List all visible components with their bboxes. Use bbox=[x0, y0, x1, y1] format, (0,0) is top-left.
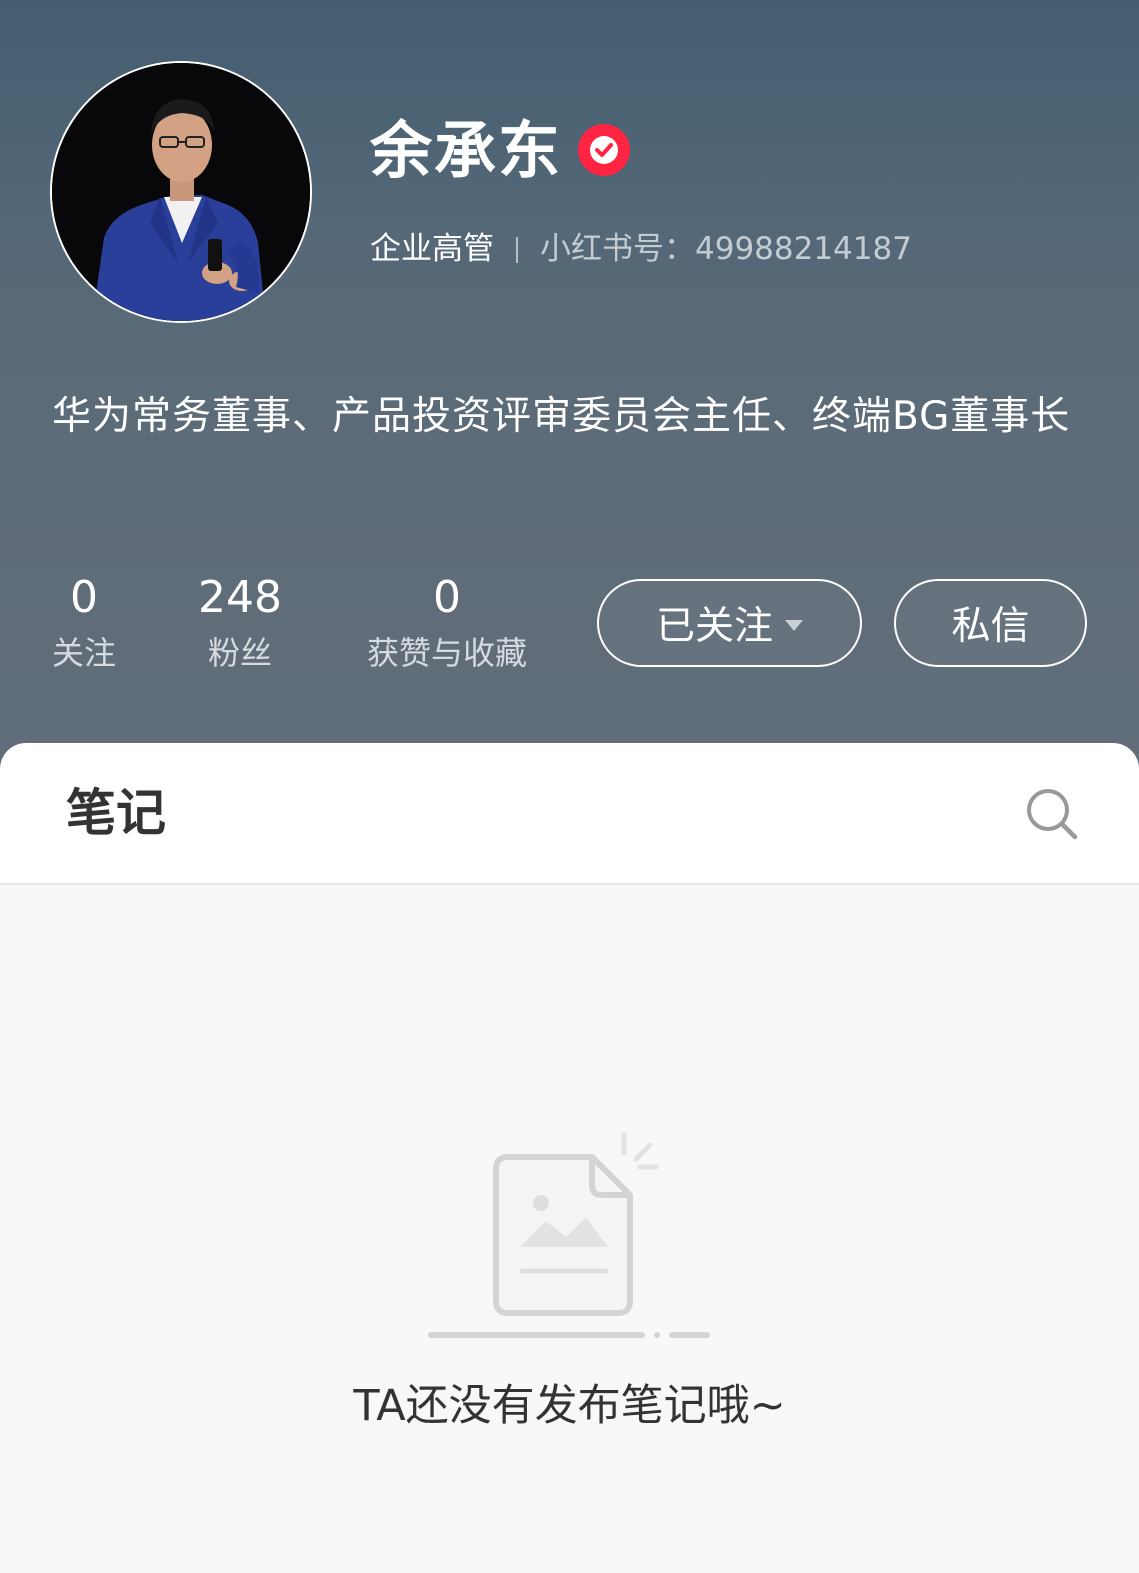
search-icon[interactable] bbox=[1024, 786, 1080, 842]
stat-followers-label: 粉丝 bbox=[207, 634, 272, 672]
stat-followers-count: 248 bbox=[198, 572, 282, 623]
stat-following-label: 关注 bbox=[51, 634, 116, 672]
username: 余承东 bbox=[370, 114, 563, 187]
empty-notes-illustration bbox=[420, 1125, 720, 1350]
profile-header: 余承东 企业高管 小红书号：49988214187 华为常务董事、产品投资评审委员… bbox=[0, 0, 1139, 770]
message-button-label: 私信 bbox=[951, 604, 1030, 649]
message-button[interactable]: 私信 bbox=[894, 579, 1087, 667]
profile-meta: 企业高管 小红书号：49988214187 bbox=[370, 228, 912, 270]
bio-text: 华为常务董事、产品投资评审委员会主任、终端BG董事长 bbox=[52, 394, 1071, 439]
followed-button-label: 已关注 bbox=[655, 604, 773, 649]
stat-likes-collects[interactable]: 0 获赞与收藏 bbox=[352, 570, 542, 676]
stat-following-count: 0 bbox=[70, 572, 98, 623]
role-label: 企业高管 bbox=[370, 231, 494, 267]
notes-tab-bar: 笔记 bbox=[0, 743, 1139, 885]
empty-notes-message: TA还没有发布笔记哦~ bbox=[353, 1381, 786, 1431]
avatar-photo bbox=[52, 63, 310, 321]
xhs-id: 小红书号：49988214187 bbox=[540, 231, 912, 267]
avatar[interactable] bbox=[50, 61, 312, 323]
caret-down-icon bbox=[785, 619, 803, 631]
followed-button[interactable]: 已关注 bbox=[597, 579, 862, 667]
stat-likes-count: 0 bbox=[433, 572, 461, 623]
meta-divider bbox=[516, 237, 518, 263]
stat-likes-label: 获赞与收藏 bbox=[366, 634, 527, 672]
tab-notes[interactable]: 笔记 bbox=[66, 781, 166, 845]
stat-following[interactable]: 0 关注 bbox=[34, 570, 134, 676]
stat-followers[interactable]: 248 粉丝 bbox=[180, 570, 300, 676]
verified-check-icon bbox=[577, 123, 631, 177]
